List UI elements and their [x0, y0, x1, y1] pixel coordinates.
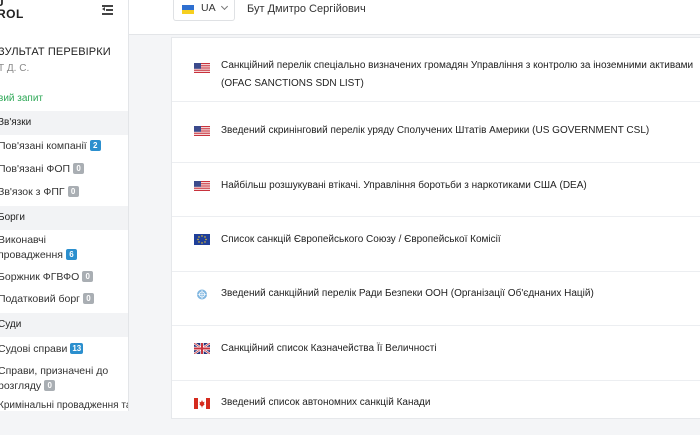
sanction-list-item[interactable]: Санкційний перелік спеціально визначених… — [172, 38, 700, 102]
chevron-down-icon — [220, 2, 229, 11]
sidebar-item-related-fop[interactable]: Пов'язані ФОП 0 — [0, 162, 85, 177]
count-badge: 13 — [70, 343, 84, 354]
count-badge: 0 — [73, 163, 85, 174]
user-name[interactable]: Бут Дмитро Сергійович — [247, 3, 366, 15]
sidebar-item-criminal-proceedings[interactable]: Кримінальні провадження та Розшук — [0, 400, 128, 411]
sanction-list-title: Зведений список автономних санкцій Канад… — [221, 397, 431, 408]
sanction-list-title: Найбільш розшукувані втікачі. Управління… — [221, 180, 587, 191]
sanction-list-item[interactable]: Список санкцій Європейського Союзу / Євр… — [172, 217, 700, 272]
sidebar-item-court-cases[interactable]: Судові справи 13 — [0, 342, 84, 357]
title-line-1: Санкційний перелік спеціально визначених… — [221, 60, 694, 71]
us-flag-icon — [194, 63, 210, 74]
sidebar-item-tax-debt[interactable]: Податковий борг 0 — [0, 292, 95, 307]
sidebar-item-enforcement[interactable]: Виконавчі провадження 6 — [0, 233, 77, 263]
count-badge: 0 — [44, 380, 56, 391]
collapse-menu-icon[interactable] — [102, 4, 114, 16]
sanction-list-title: Список санкцій Європейського Союзу / Євр… — [221, 234, 501, 245]
sidebar-item-label: Зв'язок з ФПГ — [0, 186, 65, 198]
sidebar-item-label: Судові справи — [0, 343, 68, 355]
count-badge: 0 — [67, 186, 79, 197]
sanction-list-item[interactable]: Зведений скринінговий перелік уряду Спол… — [172, 102, 700, 163]
logo[interactable]: J ROL — [0, 0, 24, 20]
count-badge: 2 — [89, 140, 101, 151]
us-flag-icon — [194, 181, 210, 192]
sidebar-item-label-2: розгляду — [0, 380, 42, 392]
un-flag-icon — [194, 289, 210, 300]
sanction-list-item[interactable]: Зведений список автономних санкцій Канад… — [172, 381, 700, 435]
section-courts: Суди — [0, 313, 128, 337]
section-label: Зв'язки — [0, 117, 32, 128]
result-title: ЗУЛЬТАТ ПЕРЕВІРКИ — [0, 46, 111, 58]
new-request-link[interactable]: вий запит — [0, 93, 43, 104]
top-header: UA Бут Дмитро Сергійович — [129, 0, 700, 35]
sanction-list-title: Зведений санкційний перелік Ради Безпеки… — [221, 288, 594, 299]
language-label: UA — [201, 2, 216, 14]
sanction-list-item[interactable]: Найбільш розшукувані втікачі. Управління… — [172, 163, 700, 217]
ukraine-flag-icon — [182, 5, 194, 14]
sidebar-item-fgvfo-debtor[interactable]: Боржник ФГВФО 0 — [0, 270, 94, 285]
sidebar-item-scheduled-cases[interactable]: Справи, призначені до розгляду 0 — [0, 364, 108, 394]
sidebar-item-label: Справи, призначені до — [0, 365, 109, 377]
title-line-2: (OFAC SANCTIONS SDN LIST) — [221, 78, 364, 89]
sanction-list-item[interactable]: Зведений санкційний перелік Ради Безпеки… — [172, 272, 700, 326]
sanctions-list: Санкційний перелік спеціально визначених… — [171, 37, 700, 419]
sidebar: J ROL ЗУЛЬТАТ ПЕРЕВІРКИ Т Д. С. вий запи… — [0, 0, 129, 411]
language-selector[interactable]: UA — [173, 0, 235, 21]
result-subtitle: Т Д. С. — [0, 63, 30, 74]
logo-line-2: ROL — [0, 7, 24, 21]
us-flag-icon — [194, 126, 210, 137]
canada-flag-icon — [194, 398, 210, 409]
count-badge: 0 — [83, 293, 95, 304]
uk-flag-icon — [194, 343, 210, 354]
sidebar-item-label: Боржник ФГВФО — [0, 271, 80, 283]
section-label: Борги — [0, 212, 25, 223]
sanction-list-item[interactable]: Санкційний список Казначейства Її Величн… — [172, 326, 700, 381]
sidebar-item-related-companies[interactable]: Пов'язані компанії 2 — [0, 139, 101, 154]
section-debts: Борги — [0, 206, 128, 230]
section-label: Суди — [0, 319, 22, 330]
section-connections: Зв'язки — [0, 111, 128, 135]
sidebar-item-label: Пов'язані компанії — [0, 140, 87, 152]
sidebar-item-label: Пов'язані ФОП — [0, 163, 71, 175]
sidebar-item-label: Виконавчі — [0, 234, 46, 246]
sidebar-item-label-2: провадження — [0, 249, 63, 261]
count-badge: 0 — [82, 271, 94, 282]
count-badge: 6 — [65, 249, 77, 260]
sanction-list-title: Санкційний перелік спеціально визначених… — [221, 57, 693, 93]
sidebar-item-fpg-link[interactable]: Зв'язок з ФПГ 0 — [0, 185, 79, 200]
sidebar-item-label: Податковий борг — [0, 293, 81, 305]
sanction-list-title: Санкційний список Казначейства Її Величн… — [221, 343, 437, 354]
sanction-list-title: Зведений скринінговий перелік уряду Спол… — [221, 125, 650, 136]
eu-flag-icon — [194, 234, 210, 245]
